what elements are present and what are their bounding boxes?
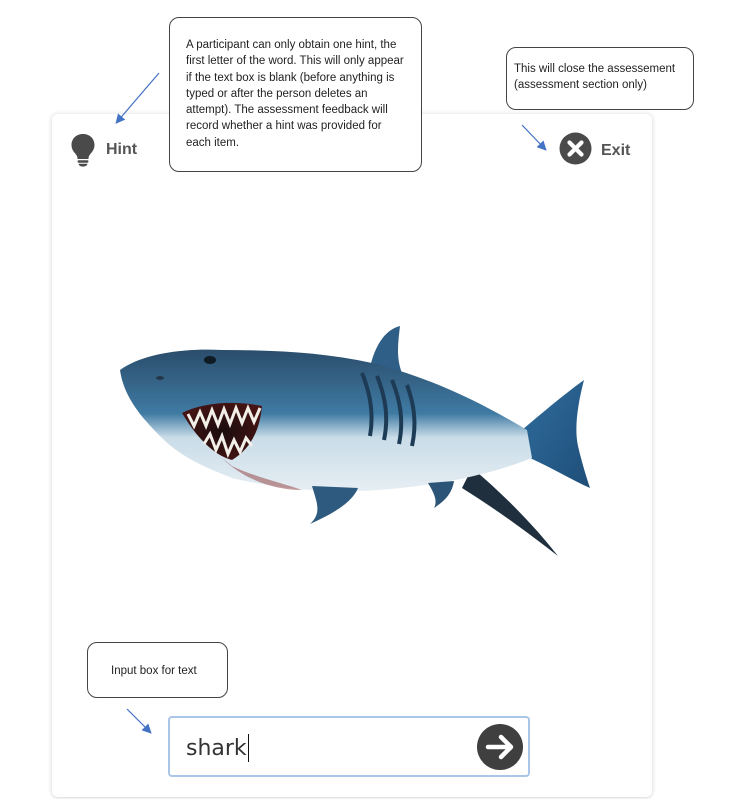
lightbulb-icon bbox=[70, 133, 96, 167]
hint-annotation-text: A participant can only obtain one hint, … bbox=[186, 39, 404, 149]
answer-input[interactable]: shark bbox=[186, 730, 466, 766]
submit-button[interactable] bbox=[477, 724, 523, 775]
assessment-screen: Hint Exit shark A participant can only o… bbox=[0, 0, 739, 799]
text-caret bbox=[247, 734, 250, 762]
arrow-right-circle-icon bbox=[477, 724, 523, 770]
hint-label: Hint bbox=[106, 141, 138, 158]
input-annotation: Input box for text bbox=[87, 642, 228, 698]
exit-annotation: This will close the assessement (assessm… bbox=[506, 47, 694, 110]
exit-button[interactable]: Exit bbox=[559, 132, 631, 170]
hint-button[interactable]: Hint bbox=[70, 133, 137, 167]
answer-text: shark bbox=[186, 735, 247, 761]
exit-annotation-text: This will close the assessement (assessm… bbox=[514, 63, 676, 91]
close-circle-icon bbox=[559, 132, 592, 170]
answer-input-box[interactable]: shark bbox=[168, 716, 530, 777]
hint-annotation: A participant can only obtain one hint, … bbox=[169, 17, 422, 172]
input-annotation-text: Input box for text bbox=[111, 665, 197, 677]
shark-image bbox=[112, 318, 597, 563]
exit-label: Exit bbox=[601, 142, 631, 159]
